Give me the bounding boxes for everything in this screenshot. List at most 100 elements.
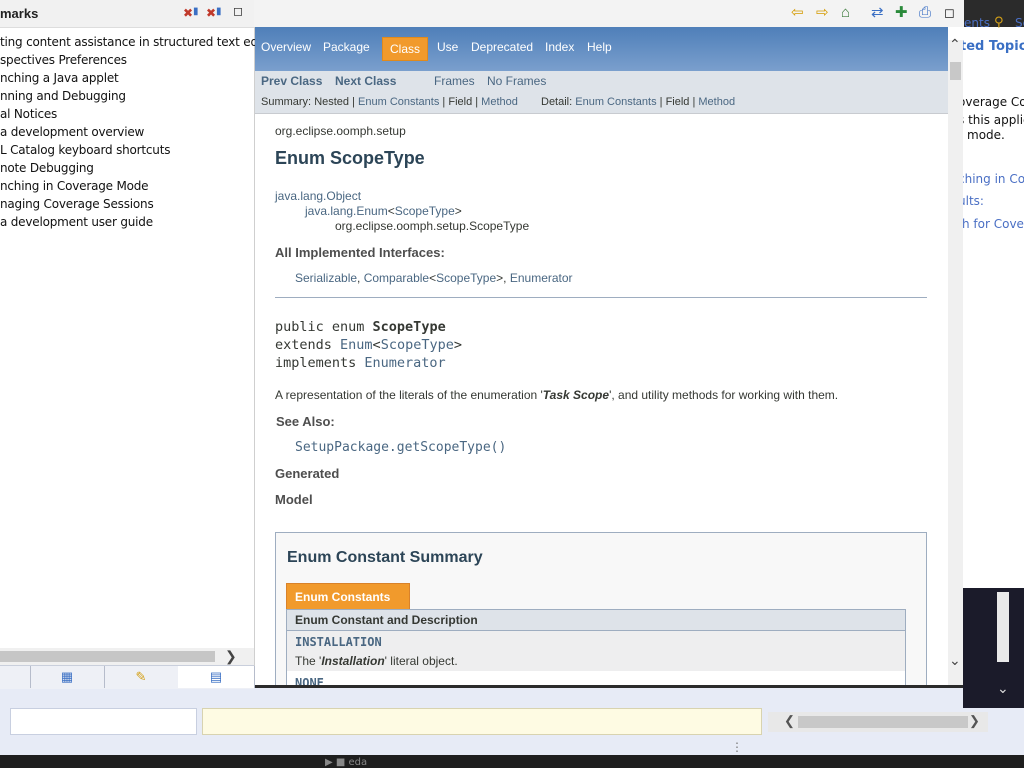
table-row: NONE xyxy=(287,671,905,685)
tab-blank[interactable] xyxy=(0,666,31,688)
maximize-icon[interactable]: ◻ xyxy=(233,4,243,18)
list-item[interactable]: al Notices xyxy=(0,105,283,123)
scrollbar-thumb[interactable] xyxy=(950,62,961,80)
enumerator-link[interactable]: Enumerator xyxy=(510,271,573,285)
nav-deprecated[interactable]: Deprecated xyxy=(471,40,533,54)
help-toolbar: ⇦ ⇨ ⌂ ⇄ ✚ ⎙ ◻ xyxy=(254,0,964,27)
add-bookmark-icon[interactable]: ✚ xyxy=(895,4,908,22)
nav-help[interactable]: Help xyxy=(587,40,612,54)
content-vertical-scrollbar[interactable]: ⌃ ⌄ xyxy=(948,36,963,685)
next-class-link[interactable]: Next Class xyxy=(335,74,396,88)
scroll-down-icon[interactable]: ⌄ xyxy=(949,652,961,669)
sync-toc-icon[interactable]: ⇄ xyxy=(871,4,884,22)
signature-iface-link[interactable]: Enumerator xyxy=(364,355,445,371)
signature-line-1: public enum ScopeType xyxy=(275,319,446,335)
back-arrow-icon[interactable]: ⇦ xyxy=(791,4,804,22)
inheritance-object: java.lang.Object xyxy=(275,189,361,203)
sub-navbar: Prev Class Next Class Frames No Frames S… xyxy=(255,71,948,114)
no-frames-link[interactable]: No Frames xyxy=(487,74,546,88)
list-item[interactable]: nning and Debugging xyxy=(0,87,283,105)
forward-arrow-icon[interactable]: ⇨ xyxy=(816,4,829,22)
detail-enum-constants-link[interactable]: Enum Constants xyxy=(575,96,656,108)
description-emphasis: Task Scope xyxy=(542,388,610,402)
package-name: org.eclipse.oomph.setup xyxy=(275,124,406,138)
summary-enum-constants-link[interactable]: Enum Constants xyxy=(358,96,439,108)
separator: | xyxy=(659,96,663,108)
print-icon[interactable]: ⎙ xyxy=(919,4,931,22)
separator: | xyxy=(442,96,446,108)
related-link[interactable]: h for Cover xyxy=(962,217,1024,231)
comparable-link[interactable]: Comparable xyxy=(364,271,429,285)
scroll-left-icon[interactable]: ❮ xyxy=(784,713,795,729)
delete-bookmark-icon[interactable]: ✖ xyxy=(183,6,193,20)
tab-bookmarks[interactable]: ▤ xyxy=(178,666,255,688)
scroll-right-icon[interactable]: ❯ xyxy=(225,648,237,665)
summary-title: Enum Constant Summary xyxy=(287,549,483,566)
separator: | xyxy=(352,96,355,108)
prev-class-link[interactable]: Prev Class xyxy=(261,74,322,88)
tab-search[interactable]: ✎ xyxy=(104,666,179,688)
nav-index[interactable]: Index xyxy=(545,40,574,54)
top-navbar: Overview Package Class Use Deprecated In… xyxy=(255,27,948,71)
nav-use[interactable]: Use xyxy=(437,40,458,54)
contents-link[interactable]: ents xyxy=(964,16,990,30)
summary-line: Summary: Nested | Enum Constants | Field… xyxy=(261,96,518,108)
summary-field: Field xyxy=(448,96,473,108)
frames-link[interactable]: Frames xyxy=(434,74,475,88)
chevron-down-icon: ⌄ xyxy=(997,680,1009,696)
signature-type-link[interactable]: ScopeType xyxy=(381,337,454,353)
object-link[interactable]: java.lang.Object xyxy=(275,189,361,203)
detail-method-link[interactable]: Method xyxy=(698,96,735,108)
list-item[interactable]: spectives Preferences xyxy=(0,51,283,69)
scrollbar-thumb[interactable] xyxy=(798,716,968,728)
list-item[interactable]: note Debugging xyxy=(0,159,283,177)
enum-type-link[interactable]: ScopeType xyxy=(395,204,455,218)
nav-class-active[interactable]: Class xyxy=(382,37,428,61)
tab-enum-constants[interactable]: Enum Constants xyxy=(286,583,410,611)
related-line: s this applic xyxy=(958,113,1024,127)
list-item[interactable]: a development user guide xyxy=(0,213,283,231)
comparable-type-link[interactable]: ScopeType xyxy=(436,271,496,285)
delete-all-bookmarks-icon[interactable]: ✖ xyxy=(206,6,216,20)
javadoc-content: Overview Package Class Use Deprecated In… xyxy=(255,27,948,685)
list-item[interactable]: nching a Java applet xyxy=(0,69,283,87)
detail-line: Detail: Enum Constants | Field | Method xyxy=(541,96,735,108)
nav-package[interactable]: Package xyxy=(323,40,370,54)
bookmarks-horizontal-scrollbar[interactable]: ❯ xyxy=(0,648,254,665)
background-horizontal-scrollbar[interactable]: ❮ ❯ xyxy=(768,712,988,732)
scroll-up-icon[interactable]: ⌃ xyxy=(949,36,961,53)
background-scrollbar xyxy=(997,592,1009,662)
enum-constants-table: Enum Constant and Description INSTALLATI… xyxy=(286,609,906,685)
nav-overview[interactable]: Overview xyxy=(261,40,311,54)
serializable-link[interactable]: Serializable xyxy=(295,271,357,285)
scrollbar-thumb[interactable] xyxy=(0,651,215,662)
search-link[interactable]: Se xyxy=(1015,16,1024,30)
home-icon[interactable]: ⌂ xyxy=(841,4,850,22)
signature-enum-link[interactable]: Enum xyxy=(340,337,373,353)
list-item[interactable]: nching in Coverage Mode xyxy=(0,177,283,195)
summary-method-link[interactable]: Method xyxy=(481,96,518,108)
enum-constant-link[interactable]: NONE xyxy=(295,676,324,685)
list-item[interactable]: a development overview xyxy=(0,123,283,141)
enum-link[interactable]: java.lang.Enum xyxy=(305,204,388,218)
maximize-icon[interactable]: ◻ xyxy=(944,4,955,22)
see-also-label: See Also: xyxy=(276,414,335,429)
detail-field: Field xyxy=(665,96,690,108)
taskbar xyxy=(0,755,1024,768)
bookmarks-title: marks xyxy=(0,6,39,21)
search-icon[interactable]: ⚲ xyxy=(994,15,1004,30)
enum-constant-link[interactable]: INSTALLATION xyxy=(295,635,382,649)
generated-label: Generated xyxy=(275,466,340,481)
see-also-link[interactable]: SetupPackage.getScopeType() xyxy=(295,440,506,455)
list-item[interactable]: L Catalog keyboard shortcuts xyxy=(0,141,283,159)
scroll-right-icon[interactable]: ❯ xyxy=(969,713,980,729)
list-item[interactable]: naging Coverage Sessions xyxy=(0,195,283,213)
implemented-interfaces-label: All Implemented Interfaces: xyxy=(275,245,445,260)
drag-handle-icon[interactable]: ⋮ xyxy=(731,740,743,754)
background-dark-panel: ⌄ xyxy=(963,588,1024,708)
table-header: Enum Constant and Description xyxy=(287,610,905,631)
related-link[interactable]: ching in Co xyxy=(958,172,1024,186)
list-item[interactable]: ting content assistance in structured te… xyxy=(0,33,284,51)
tab-index[interactable]: ▦ xyxy=(30,666,105,688)
index-icon: ▦ xyxy=(60,669,74,684)
